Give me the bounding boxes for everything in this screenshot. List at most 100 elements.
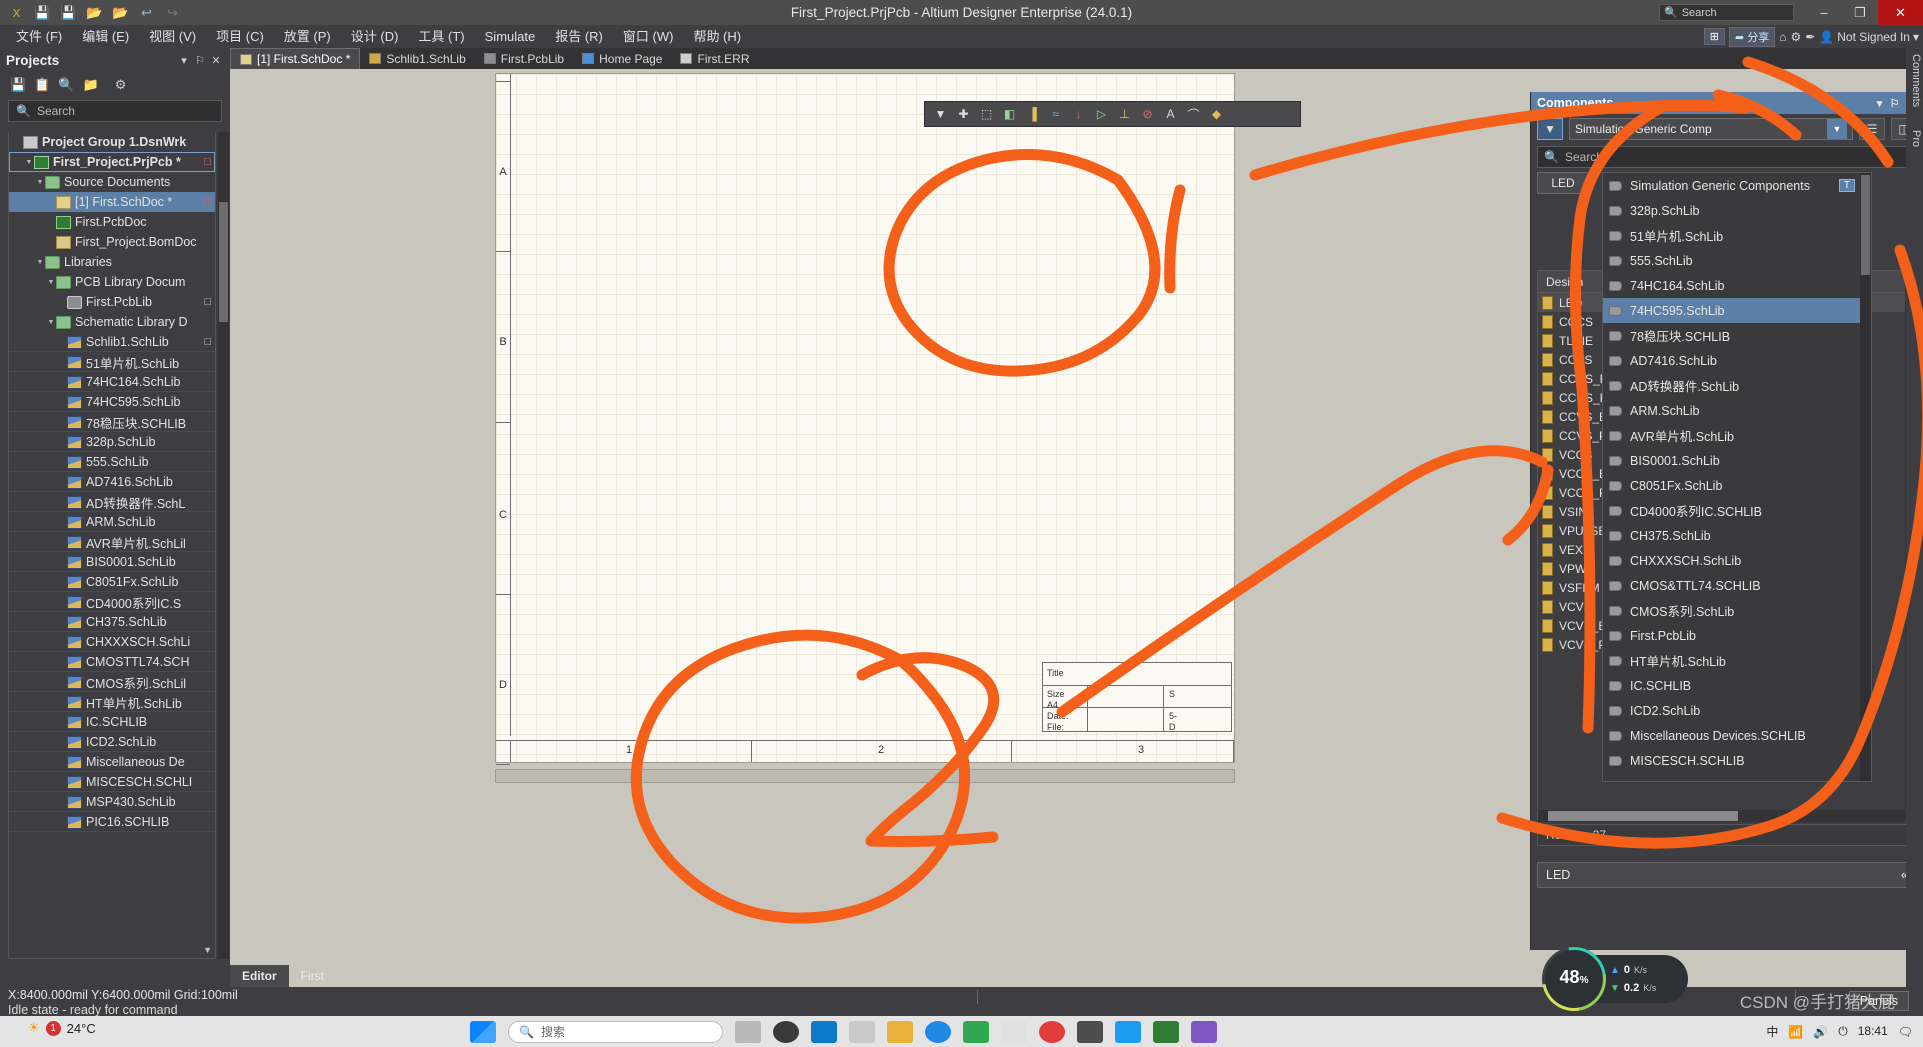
- tree-item[interactable]: [1] First.SchDoc * □: [9, 192, 215, 212]
- tree-item[interactable]: 74HC595.SchLib: [9, 392, 215, 412]
- taskbar-search-input[interactable]: 🔍 搜索: [508, 1020, 723, 1043]
- junction-icon[interactable]: ◆: [1205, 103, 1228, 125]
- tree-item[interactable]: 555.SchLib: [9, 452, 215, 472]
- expand-arrow-icon[interactable]: ▼: [35, 179, 45, 186]
- pro-tab[interactable]: Pro: [1910, 130, 1922, 147]
- folder-settings-icon[interactable]: 📁: [83, 77, 99, 93]
- taskbar-app-altium[interactable]: [1001, 1020, 1027, 1043]
- library-dropdown-item[interactable]: AD转换器件.SchLib: [1603, 373, 1871, 398]
- chevron-down-icon[interactable]: ▼: [1827, 119, 1847, 139]
- save-all-icon[interactable]: 💾: [57, 2, 80, 23]
- rectangle-select-icon[interactable]: ⬚: [975, 103, 998, 125]
- library-dropdown-item[interactable]: CHXXXSCH.SchLib: [1603, 548, 1871, 573]
- library-dropdown-item[interactable]: 555.SchLib: [1603, 248, 1871, 273]
- library-selector[interactable]: Simulation Generic Comp ▼: [1569, 118, 1853, 140]
- components-menu-icon[interactable]: ☰: [1859, 118, 1885, 140]
- crosshair-icon[interactable]: ✚: [952, 103, 975, 125]
- menu-project[interactable]: 项目 (C): [206, 25, 274, 48]
- tree-item[interactable]: Project Group 1.DsnWrk: [9, 132, 215, 152]
- notifications-icon[interactable]: 🗨: [1898, 1025, 1913, 1039]
- tree-item[interactable]: ICD2.SchLib: [9, 732, 215, 752]
- open-icon[interactable]: 📂: [83, 2, 106, 23]
- document-tab[interactable]: Home Page: [573, 48, 671, 69]
- library-dropdown-item[interactable]: Miscellaneous Devices.SCHLIB: [1603, 723, 1871, 748]
- components-search-input[interactable]: 🔍 Search: [1537, 146, 1917, 168]
- minimize-button[interactable]: –: [1806, 0, 1842, 25]
- expand-arrow-icon[interactable]: ▼: [46, 319, 56, 326]
- scrollbar-thumb[interactable]: [1548, 811, 1738, 821]
- wifi-icon[interactable]: 📶: [1788, 1025, 1803, 1039]
- expand-arrow-icon[interactable]: ▼: [24, 159, 34, 166]
- open-project-icon[interactable]: 📂: [109, 2, 132, 23]
- document-tab-bar[interactable]: [1] First.SchDoc * Schlib1.SchLib First.Pc…: [230, 48, 1923, 69]
- start-button[interactable]: [470, 1020, 496, 1043]
- tree-item[interactable]: CMOS系列.SchLil: [9, 672, 215, 692]
- library-dropdown-list[interactable]: Simulation Generic Components T 328p.SchLi…: [1602, 172, 1872, 782]
- schematic-sheet[interactable]: A B C D 1 2 3 Title Size S A4 Date: 5- F…: [495, 73, 1596, 765]
- global-search-input[interactable]: 🔍 Search: [1659, 4, 1794, 21]
- tree-item[interactable]: MSP430.SchLib: [9, 792, 215, 812]
- pin-icon[interactable]: ⚐: [192, 54, 208, 67]
- menu-reports[interactable]: 报告 (R): [545, 25, 613, 48]
- menu-view[interactable]: 视图 (V): [139, 25, 206, 48]
- home-icon[interactable]: ⌂: [1779, 30, 1786, 44]
- net-label-icon[interactable]: ↓: [1067, 103, 1090, 125]
- weather-widget[interactable]: ☀ 1 24°C: [28, 1020, 96, 1036]
- place-part-icon[interactable]: ◧: [998, 103, 1021, 125]
- funnel-icon[interactable]: ▼: [1537, 118, 1563, 140]
- save-icon[interactable]: 💾: [10, 77, 26, 93]
- taskbar-app-2[interactable]: [811, 1020, 837, 1043]
- scrollbar-thumb[interactable]: [219, 202, 228, 322]
- taskview-button[interactable]: [735, 1020, 761, 1043]
- document-tab[interactable]: Schlib1.SchLib: [360, 48, 474, 69]
- library-dropdown-item[interactable]: CH375.SchLib: [1603, 523, 1871, 548]
- tree-item[interactable]: BIS0001.SchLib: [9, 552, 215, 572]
- tree-item[interactable]: 78稳压块.SCHLIB: [9, 412, 215, 432]
- tree-item[interactable]: 328p.SchLib: [9, 432, 215, 452]
- tree-item[interactable]: First.PcbDoc: [9, 212, 215, 232]
- redo-icon[interactable]: ↪: [161, 2, 184, 23]
- tree-item[interactable]: IC.SCHLIB: [9, 712, 215, 732]
- volume-icon[interactable]: 🔊: [1813, 1025, 1828, 1039]
- tree-item[interactable]: CMOSTTL74.SCH: [9, 652, 215, 672]
- library-dropdown-item[interactable]: 74HC164.SchLib: [1603, 273, 1871, 298]
- quick-access-toolbar[interactable]: x 💾 💾 📂 📂 ↩ ↪: [0, 2, 184, 23]
- schematic-place-toolbar[interactable]: ▼ ✚ ⬚ ◧ ▐ ≈ ↓ ▷ ⊥ ⊘ A ⌒ ◆: [924, 101, 1301, 127]
- document-tab[interactable]: First.PcbLib: [475, 48, 573, 69]
- search-folder-icon[interactable]: 🔍: [58, 77, 74, 93]
- gear-icon[interactable]: ⚙: [1790, 30, 1801, 44]
- taskbar-app-3[interactable]: [849, 1020, 875, 1043]
- tree-item[interactable]: AVR单片机.SchLil: [9, 532, 215, 552]
- share-button[interactable]: ➦ 分享: [1728, 26, 1776, 47]
- tree-item[interactable]: Miscellaneous De: [9, 752, 215, 772]
- tree-item[interactable]: 74HC164.SchLib: [9, 372, 215, 392]
- category-filter-led[interactable]: LED: [1537, 172, 1589, 194]
- menu-place[interactable]: 放置 (P): [274, 25, 341, 48]
- tree-item[interactable]: CH375.SchLib: [9, 612, 215, 632]
- menu-tools[interactable]: 工具 (T): [408, 25, 474, 48]
- projects-search-input[interactable]: 🔍 Search: [8, 100, 222, 122]
- port-icon[interactable]: ▷: [1090, 103, 1113, 125]
- tree-item[interactable]: ▼ Source Documents: [9, 172, 215, 192]
- text-icon[interactable]: A: [1159, 103, 1182, 125]
- chevron-down-icon[interactable]: ▾: [1872, 97, 1887, 110]
- tree-item[interactable]: HT单片机.SchLib: [9, 692, 215, 712]
- comments-tab[interactable]: Comments: [1910, 54, 1922, 107]
- menu-help[interactable]: 帮助 (H): [683, 25, 751, 48]
- library-dropdown-item[interactable]: 74HC595.SchLib: [1603, 298, 1871, 323]
- taskbar-app-11[interactable]: [1191, 1020, 1217, 1043]
- library-dropdown-item[interactable]: IC.SCHLIB: [1603, 673, 1871, 698]
- tree-item[interactable]: CD4000系列IC.S: [9, 592, 215, 612]
- library-dropdown-item[interactable]: AVR单片机.SchLib: [1603, 423, 1871, 448]
- bus-icon[interactable]: ▐: [1021, 103, 1044, 125]
- arc-icon[interactable]: ⌒: [1182, 103, 1205, 125]
- tree-item[interactable]: 51单片机.SchLib: [9, 352, 215, 372]
- no-erc-icon[interactable]: ⊘: [1136, 103, 1159, 125]
- altium-logo-icon[interactable]: x: [5, 2, 28, 23]
- tree-item[interactable]: AD转换器件.SchL: [9, 492, 215, 512]
- copy-icon[interactable]: 📋: [34, 77, 50, 93]
- taskbar-app-6[interactable]: [963, 1020, 989, 1043]
- library-dropdown-item[interactable]: 51单片机.SchLib: [1603, 223, 1871, 248]
- library-dropdown-item[interactable]: CMOS&TTL74.SCHLIB: [1603, 573, 1871, 598]
- library-dropdown-item[interactable]: First.PcbLib: [1603, 623, 1871, 648]
